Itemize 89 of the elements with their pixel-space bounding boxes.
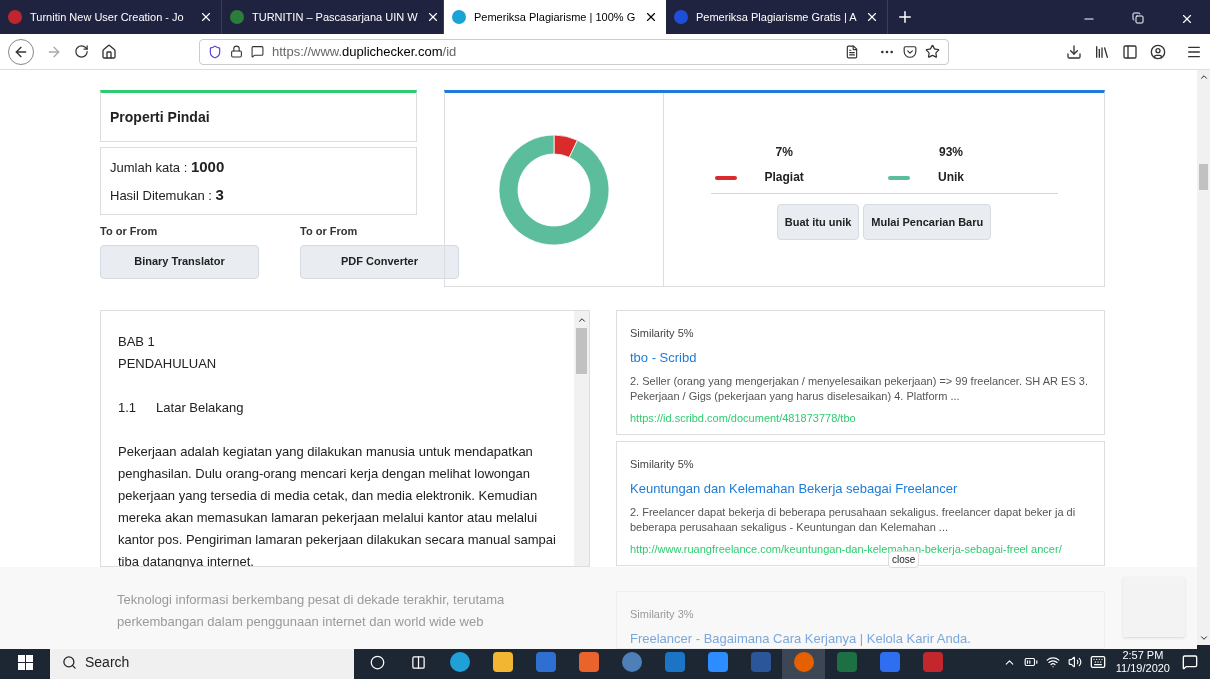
battery-icon[interactable]	[1023, 655, 1038, 669]
tool-button[interactable]: Binary Translator	[100, 244, 259, 279]
account-icon[interactable]	[1150, 43, 1166, 60]
clock-date: 11/19/2020	[1115, 662, 1170, 675]
scrollbar-track[interactable]	[574, 311, 589, 566]
document-paragraph: Pekerjaan adalah kegiatan yang dilakukan manusia untuk mendapatkan penghasilan. Dulu orang-orang mencari kerja dengan melihat lowongan pekerjaan yang tersedia di media cetak, dan media elektronik. Kemudian mereka akan memasukan lamaran pekerjaan melalui kantor atau melalui kantor pos. Pengiriman lamaran pekerjaan dilakukan secara manual sampai tiba datangnya internet.	[118, 443, 557, 571]
document-text-box[interactable]	[100, 310, 590, 567]
clock-time: 2:57 PM	[1122, 649, 1164, 662]
pocket-icon[interactable]	[903, 44, 917, 59]
result-link[interactable]: Keuntungan dan Kelemahan Bekerja sebagai Freelancer	[630, 478, 1091, 498]
app-icon	[707, 652, 728, 672]
tool-label: To or From	[300, 224, 359, 239]
percent-value: 7%	[775, 144, 793, 161]
action-button[interactable]: Mulai Pencarian Baru	[863, 204, 992, 240]
search-icon	[62, 654, 77, 670]
volume-icon[interactable]	[1067, 655, 1082, 669]
favicon-icon	[452, 10, 466, 24]
windows-icon[interactable]	[17, 654, 33, 670]
app-icon	[449, 652, 470, 672]
star-icon[interactable]	[925, 44, 940, 59]
results-found-text: Hasil Ditemukan : 3	[110, 185, 225, 205]
faded-paragraph: Teknologi informasi berkembang pesat di dekade terakhir, terutama perkembangan dalam penggunaan internet dan world wide web	[116, 591, 506, 631]
keyboard-icon[interactable]	[1089, 654, 1106, 670]
download-icon[interactable]	[1066, 43, 1082, 60]
browser-tab[interactable]: Turnitin New User Creation - Jo	[0, 0, 222, 34]
result-snippet: 2. Seller (orang yang mengerjakan / menyelesaikan pekerjaan) => 99 freelancer. SH AR ES 3. Pekerjaan / Gigs (pekerjaan yang harus diselesaikan) 4. Platform ...	[630, 374, 1089, 404]
clock[interactable]: 2:57 PM 11/19/2020	[1115, 649, 1170, 675]
document-line: BAB 1	[118, 333, 156, 351]
reader-view-icon[interactable]	[845, 44, 859, 59]
favicon-icon	[8, 10, 22, 24]
library-icon[interactable]	[1094, 43, 1110, 60]
document-line: PENDAHULUAN	[118, 355, 218, 373]
tab-title: TURNITIN – Pascasarjana UIN W	[252, 9, 418, 25]
similarity-text: Similarity 5%	[630, 326, 695, 341]
legend-label: Unik	[938, 169, 964, 186]
result-snippet: 2. Freelancer dapat bekerja di beberapa perusahaan sekaligus. freelancer dapat beker ja di beberapa perusahaan sekaligus - Keuntungan dan Kelemahan ...	[630, 505, 1077, 535]
tab-title: Turnitin New User Creation - Jo	[30, 9, 185, 25]
app-icon	[836, 652, 857, 672]
word-count-text: Jumlah kata : 1000	[110, 156, 226, 177]
close-icon[interactable]	[1180, 12, 1194, 26]
scrollbar-thumb[interactable]	[1199, 164, 1208, 190]
wifi-icon[interactable]	[1045, 655, 1060, 669]
similarity-text: Similarity 3%	[630, 607, 695, 622]
page-scrollbar[interactable]	[1197, 70, 1210, 645]
section-title: Properti Pindai	[110, 107, 210, 127]
app-icon	[793, 652, 814, 672]
search-placeholder: Search	[85, 652, 130, 672]
scrollbar-thumb[interactable]	[576, 328, 587, 374]
favicon-icon	[674, 10, 688, 24]
scroll-up-icon[interactable]	[1198, 72, 1209, 82]
close-icon[interactable]	[644, 10, 658, 24]
close-icon[interactable]	[199, 10, 213, 24]
lock-icon	[230, 45, 243, 58]
app-icon	[621, 652, 642, 672]
url-text: https://www.duplichecker.com/id	[272, 42, 457, 61]
permissions-icon	[251, 45, 264, 58]
task-view-icon[interactable]	[411, 654, 426, 670]
new-tab-icon[interactable]	[896, 8, 914, 26]
address-bar[interactable]: https://www.duplichecker.com/id	[199, 38, 949, 65]
action-button[interactable]: Buat itu unik	[776, 204, 860, 240]
sidebar-icon[interactable]	[1122, 43, 1138, 60]
notifications-icon[interactable]	[1182, 654, 1198, 670]
section-heading: 1.1 Latar Belakang	[118, 399, 245, 417]
tool-button[interactable]: PDF Converter	[300, 244, 459, 279]
close-icon[interactable]	[865, 10, 879, 24]
cortana-icon[interactable]	[370, 654, 385, 670]
reload-icon[interactable]	[74, 44, 89, 59]
app-icon	[664, 652, 685, 672]
app-icon	[535, 652, 556, 672]
app-icon	[922, 652, 943, 672]
app-icon	[750, 652, 771, 672]
percent-value: 93%	[939, 144, 963, 161]
result-link[interactable]: tbo - Scribd	[630, 347, 1091, 367]
tab-title: Pemeriksa Plagiarisme | 100% G	[474, 9, 636, 25]
legend-label: Plagiat	[764, 169, 804, 186]
app-icon	[492, 652, 513, 672]
app-icon	[578, 652, 599, 672]
app-icon	[879, 652, 900, 672]
tab-title: Pemeriksa Plagiarisme Gratis | A	[696, 9, 857, 25]
restore-icon[interactable]	[1132, 12, 1144, 24]
favicon-icon	[230, 10, 244, 24]
browser-tab[interactable]: Pemeriksa Plagiarisme | 100% G	[444, 0, 666, 34]
browser-tab[interactable]: Pemeriksa Plagiarisme Gratis | A	[666, 0, 888, 34]
home-icon[interactable]	[101, 43, 117, 60]
similarity-text: Similarity 5%	[630, 457, 695, 472]
scroll-up-icon[interactable]	[576, 315, 587, 325]
scroll-down-icon[interactable]	[1198, 633, 1209, 643]
shield-icon	[208, 44, 222, 59]
tool-label: To or From	[100, 224, 159, 239]
